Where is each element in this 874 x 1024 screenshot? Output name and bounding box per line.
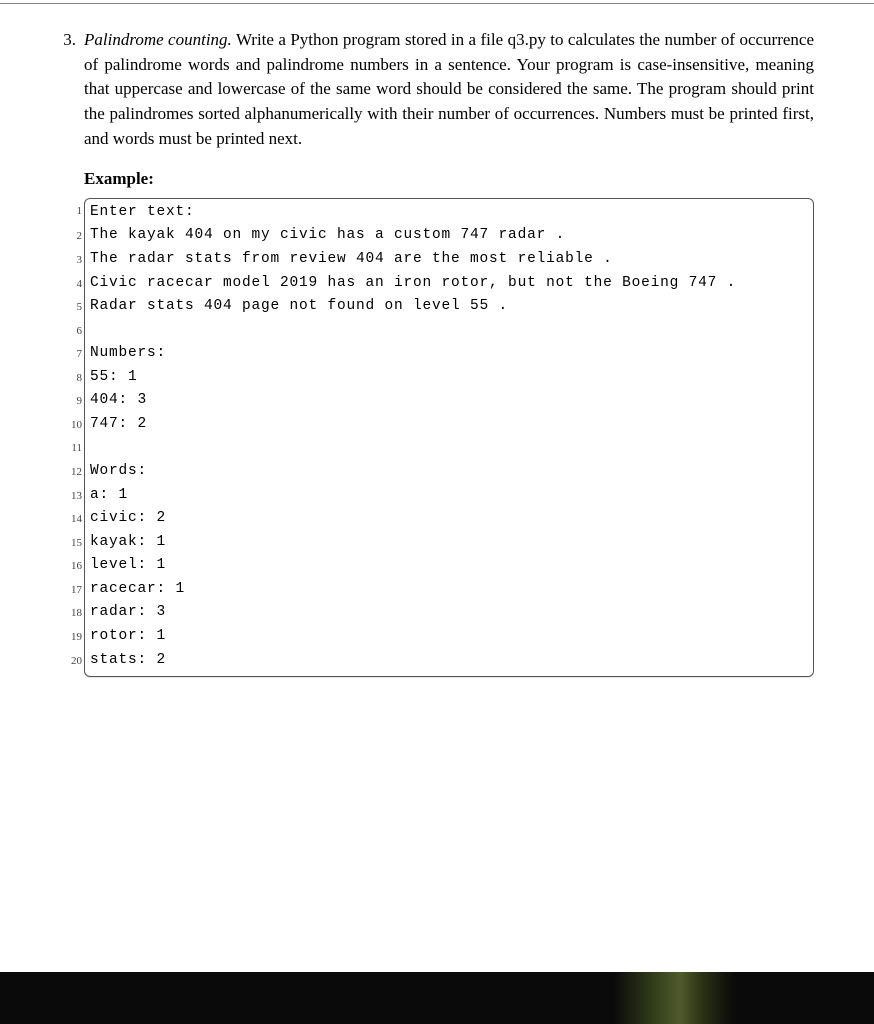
problem-title: Palindrome counting. <box>84 30 232 49</box>
problem-body: Palindrome counting. Write a Python prog… <box>84 28 814 677</box>
line-number: 16 <box>60 554 82 575</box>
line-number: 20 <box>60 649 82 670</box>
code-text <box>82 319 813 343</box>
code-text: The kayak 404 on my civic has a custom 7… <box>82 224 813 248</box>
code-box: 1Enter text: 2The kayak 404 on my civic … <box>84 198 814 677</box>
example-label: Example: <box>84 167 814 192</box>
code-line: 16level: 1 <box>85 554 813 578</box>
line-number: 8 <box>60 366 82 387</box>
code-text: 55: 1 <box>82 366 813 390</box>
code-text: Enter text: <box>82 199 813 225</box>
line-number: 13 <box>60 484 82 505</box>
line-number: 19 <box>60 625 82 646</box>
code-text: rotor: 1 <box>82 625 813 649</box>
line-number: 18 <box>60 601 82 622</box>
line-number: 3 <box>60 248 82 269</box>
code-line: 2The kayak 404 on my civic has a custom … <box>85 224 813 248</box>
code-text: Words: <box>82 460 813 484</box>
problem-block: 3. Palindrome counting. Write a Python p… <box>60 28 814 677</box>
line-number: 17 <box>60 578 82 599</box>
line-number: 2 <box>60 224 82 245</box>
code-line: 5Radar stats 404 page not found on level… <box>85 295 813 319</box>
code-text: Numbers: <box>82 342 813 366</box>
code-line: 18radar: 3 <box>85 601 813 625</box>
code-line: 3The radar stats from review 404 are the… <box>85 248 813 272</box>
code-line: 1Enter text: <box>85 199 813 225</box>
code-text: Radar stats 404 page not found on level … <box>82 295 813 319</box>
code-text: racecar: 1 <box>82 578 813 602</box>
code-text: The radar stats from review 404 are the … <box>82 248 813 272</box>
code-text <box>82 436 813 460</box>
page-top-rule <box>0 3 874 4</box>
code-line: 15kayak: 1 <box>85 531 813 555</box>
code-text: Civic racecar model 2019 has an iron rot… <box>82 272 813 296</box>
code-line: 13a: 1 <box>85 484 813 508</box>
code-line: 14civic: 2 <box>85 507 813 531</box>
page-content: 3. Palindrome counting. Write a Python p… <box>0 0 874 677</box>
code-text: radar: 3 <box>82 601 813 625</box>
line-number: 11 <box>60 436 82 457</box>
code-line: 20stats: 2 <box>85 649 813 677</box>
code-text: 747: 2 <box>82 413 813 437</box>
code-text: civic: 2 <box>82 507 813 531</box>
footer-band <box>0 972 874 1024</box>
code-line: 12Words: <box>85 460 813 484</box>
code-line: 11 <box>85 436 813 460</box>
code-text: kayak: 1 <box>82 531 813 555</box>
line-number: 14 <box>60 507 82 528</box>
line-number: 9 <box>60 389 82 410</box>
code-line: 10747: 2 <box>85 413 813 437</box>
line-number: 7 <box>60 342 82 363</box>
line-number: 4 <box>60 272 82 293</box>
code-line: 855: 1 <box>85 366 813 390</box>
code-text: a: 1 <box>82 484 813 508</box>
code-text: level: 1 <box>82 554 813 578</box>
code-line: 19rotor: 1 <box>85 625 813 649</box>
code-text: stats: 2 <box>82 649 813 677</box>
code-line: 17racecar: 1 <box>85 578 813 602</box>
footer-accent <box>614 972 734 1024</box>
problem-number: 3. <box>60 28 76 53</box>
line-number: 6 <box>60 319 82 340</box>
code-line: 7Numbers: <box>85 342 813 366</box>
line-number: 15 <box>60 531 82 552</box>
code-line: 9404: 3 <box>85 389 813 413</box>
problem-description: Palindrome counting. Write a Python prog… <box>84 28 814 151</box>
code-listing: 1Enter text: 2The kayak 404 on my civic … <box>59 198 814 677</box>
line-number: 1 <box>60 199 82 220</box>
line-number: 12 <box>60 460 82 481</box>
code-line: 4Civic racecar model 2019 has an iron ro… <box>85 272 813 296</box>
code-line: 6 <box>85 319 813 343</box>
line-number: 10 <box>60 413 82 434</box>
line-number: 5 <box>60 295 82 316</box>
code-text: 404: 3 <box>82 389 813 413</box>
